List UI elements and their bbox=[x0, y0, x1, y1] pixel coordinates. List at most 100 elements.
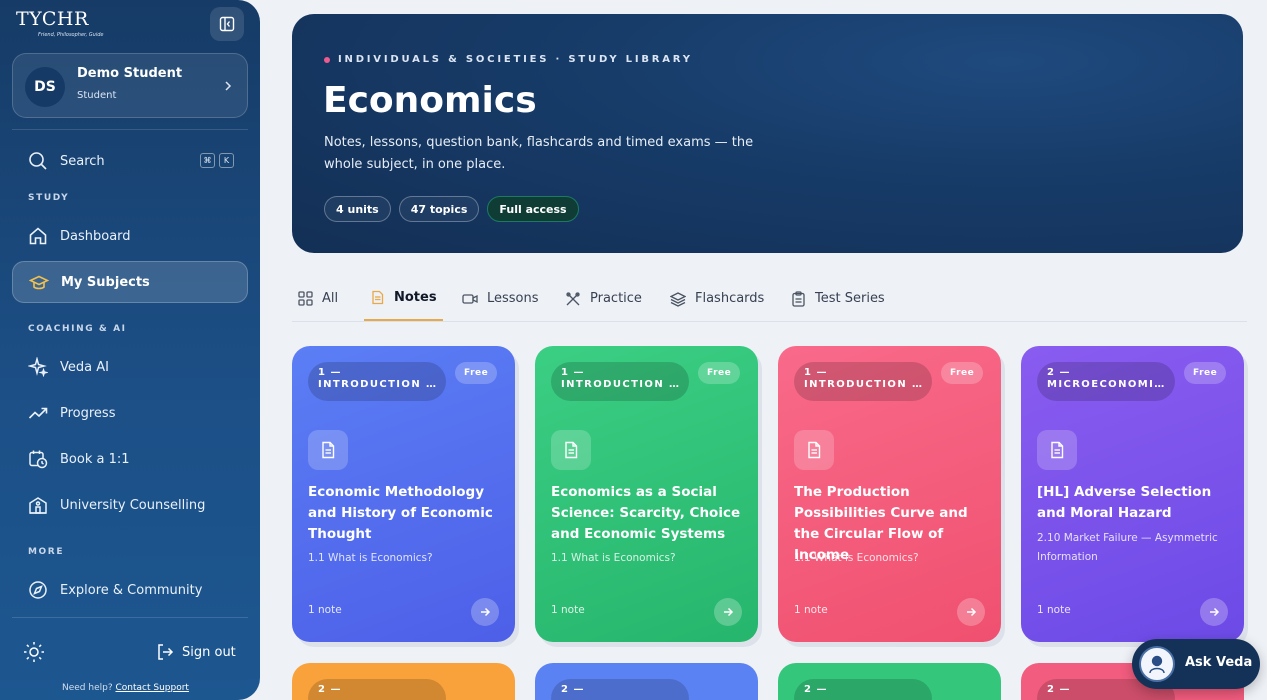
help-prefix: Need help? bbox=[62, 683, 113, 693]
free-badge: Free bbox=[941, 362, 984, 384]
sidebar-item-label: Progress bbox=[60, 405, 116, 421]
sun-icon bbox=[24, 642, 44, 662]
access-chip: Full access bbox=[487, 196, 579, 222]
video-icon bbox=[462, 294, 478, 304]
note-card[interactable]: 1 — INTRODUCTION TO ECONOMICS Free Econo… bbox=[535, 346, 758, 642]
veda-avatar bbox=[1139, 646, 1175, 682]
notes-icon bbox=[372, 290, 384, 305]
tab-lessons[interactable]: Lessons bbox=[456, 276, 545, 321]
sidebar-item-counselling[interactable]: University Counselling bbox=[12, 484, 248, 526]
grid-icon bbox=[298, 291, 313, 306]
document-icon bbox=[794, 430, 834, 470]
section-label-more: MORE bbox=[28, 547, 65, 557]
open-card-button[interactable] bbox=[714, 598, 742, 626]
sidebar-item-dashboard[interactable]: Dashboard bbox=[12, 215, 248, 257]
tab-label: Lessons bbox=[487, 291, 539, 306]
sidebar-item-veda-ai[interactable]: Veda AI bbox=[12, 346, 248, 388]
school-icon bbox=[29, 497, 47, 514]
ask-veda-button[interactable]: Ask Veda bbox=[1132, 639, 1260, 689]
note-card[interactable]: 1 — INTRODUCTION TO ECONOMICS Free Econo… bbox=[292, 346, 515, 642]
document-icon bbox=[308, 430, 348, 470]
note-card[interactable]: 2 — bbox=[535, 663, 758, 700]
free-badge: Free bbox=[698, 362, 741, 384]
avatar: DS bbox=[25, 67, 65, 107]
sidebar-item-book[interactable]: Book a 1:1 bbox=[12, 438, 248, 480]
sidebar-item-explore[interactable]: Explore & Community bbox=[12, 569, 248, 611]
help-text: Need help? Contact Support bbox=[62, 683, 189, 693]
open-card-button[interactable] bbox=[957, 598, 985, 626]
search-shortcut: ⌘ K bbox=[200, 153, 234, 168]
practice-icon bbox=[566, 291, 580, 305]
chevron-right-icon bbox=[225, 81, 232, 91]
unit-number: 1 — bbox=[318, 367, 342, 378]
tab-all[interactable]: All bbox=[292, 276, 344, 321]
sign-out-label: Sign out bbox=[182, 644, 236, 660]
collapse-sidebar-button[interactable] bbox=[210, 7, 244, 41]
tab-label: Flashcards bbox=[695, 291, 765, 306]
unit-number: 1 — bbox=[804, 367, 828, 378]
tab-label: Test Series bbox=[815, 291, 885, 306]
tab-test-series[interactable]: Test Series bbox=[785, 276, 891, 321]
section-label-study: STUDY bbox=[28, 193, 70, 203]
tab-notes[interactable]: Notes bbox=[364, 276, 443, 321]
sidebar-item-label: My Subjects bbox=[61, 274, 150, 290]
note-count: 1 note bbox=[551, 604, 585, 616]
unit-name: INTRODUCTION TO ECONOMICS bbox=[318, 379, 436, 390]
unit-pill: 1 — INTRODUCTION TO ECONOMICS bbox=[308, 362, 446, 401]
command-key: ⌘ bbox=[200, 153, 215, 168]
user-profile-card[interactable]: DS Demo Student Student bbox=[12, 53, 248, 118]
brand-logo[interactable]: TYCHR Friend, Philosopher, Guide bbox=[16, 8, 106, 40]
unit-name: INTRODUCTION TO ECONOMICS bbox=[561, 379, 679, 390]
robot-icon bbox=[1149, 655, 1165, 674]
open-card-button[interactable] bbox=[471, 598, 499, 626]
sidebar-item-progress[interactable]: Progress bbox=[12, 392, 248, 434]
sidebar: TYCHR Friend, Philosopher, Guide DS Demo… bbox=[0, 0, 260, 700]
unit-name: INTRODUCTION TO ECONOMICS bbox=[804, 379, 922, 390]
note-card[interactable]: 2 — bbox=[292, 663, 515, 700]
sidebar-item-my-subjects[interactable]: My Subjects bbox=[12, 261, 248, 303]
card-subtitle: 1.1 What is Economics? bbox=[551, 552, 676, 564]
sidebar-collapse-icon bbox=[219, 16, 235, 32]
search-button[interactable]: Search ⌘ K bbox=[12, 140, 248, 182]
calendar-clock-icon bbox=[29, 450, 48, 469]
unit-number: 2 — bbox=[561, 684, 585, 695]
sparkles-icon bbox=[28, 357, 48, 377]
note-count: 1 note bbox=[308, 604, 342, 616]
unit-number: 2 — bbox=[318, 684, 342, 695]
card-subtitle: 1.1 What is Economics? bbox=[308, 552, 433, 564]
tab-practice[interactable]: Practice bbox=[559, 276, 648, 321]
logo-tagline: Friend, Philosopher, Guide bbox=[38, 32, 104, 38]
unit-pill: 2 — bbox=[794, 679, 932, 700]
page-title: Economics bbox=[323, 80, 537, 121]
note-card[interactable]: 1 — INTRODUCTION TO ECONOMICS Free The P… bbox=[778, 346, 1001, 642]
sign-out-icon bbox=[158, 644, 174, 660]
unit-pill: 2 — bbox=[551, 679, 689, 700]
divider bbox=[12, 617, 248, 618]
note-card[interactable]: 2 — bbox=[778, 663, 1001, 700]
contact-support-link[interactable]: Contact Support bbox=[116, 683, 189, 693]
note-count: 1 note bbox=[1037, 604, 1071, 616]
sidebar-item-label: Book a 1:1 bbox=[60, 451, 130, 467]
arrow-right-icon bbox=[481, 607, 491, 617]
free-badge: Free bbox=[1184, 362, 1227, 384]
tab-label: Notes bbox=[394, 290, 437, 305]
note-card[interactable]: 2 — MICROECONOMICS Free [HL] Adverse Sel… bbox=[1021, 346, 1244, 642]
graduation-cap-icon bbox=[29, 275, 49, 290]
hero-eyebrow: INDIVIDUALS & SOCIETIES · STUDY LIBRARY bbox=[324, 54, 693, 65]
home-icon bbox=[29, 227, 47, 245]
open-card-button[interactable] bbox=[1200, 598, 1228, 626]
sidebar-item-label: Dashboard bbox=[60, 228, 131, 244]
logo-text: TYCHR bbox=[16, 8, 89, 30]
tab-label: All bbox=[322, 291, 339, 306]
unit-name: MICROECONOMICS bbox=[1047, 379, 1165, 390]
divider bbox=[12, 129, 248, 130]
card-title: [HL] Adverse Selection and Moral Hazard bbox=[1037, 484, 1212, 521]
unit-pill: 1 — INTRODUCTION TO ECONOMICS bbox=[551, 362, 689, 401]
layers-icon bbox=[670, 291, 686, 307]
theme-toggle-button[interactable] bbox=[22, 640, 46, 664]
unit-number: 1 — bbox=[561, 367, 585, 378]
tab-flashcards[interactable]: Flashcards bbox=[664, 276, 770, 321]
arrow-right-icon bbox=[724, 607, 734, 617]
sign-out-button[interactable]: Sign out bbox=[156, 640, 236, 664]
arrow-right-icon bbox=[1210, 607, 1220, 617]
